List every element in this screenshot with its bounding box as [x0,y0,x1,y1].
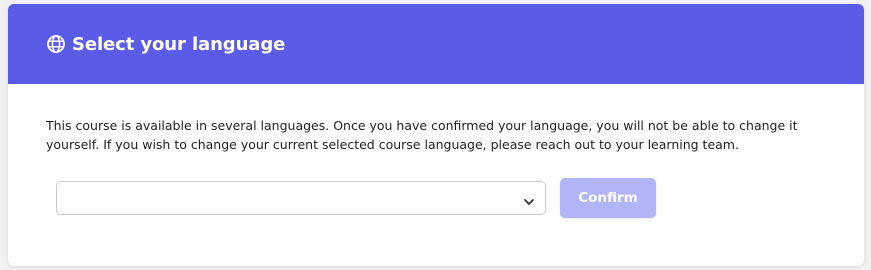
language-select[interactable] [56,181,546,215]
dialog-header: Select your language [8,4,864,84]
chevron-down-icon [523,193,535,205]
confirm-button[interactable]: Confirm [560,178,656,218]
language-dialog: Select your language This course is avai… [8,4,864,266]
language-controls: Confirm [56,178,826,218]
dialog-description: This course is available in several lang… [46,118,798,152]
globe-icon [46,34,66,54]
dialog-body: This course is available in several lang… [8,84,864,218]
dialog-title: Select your language [72,33,286,55]
